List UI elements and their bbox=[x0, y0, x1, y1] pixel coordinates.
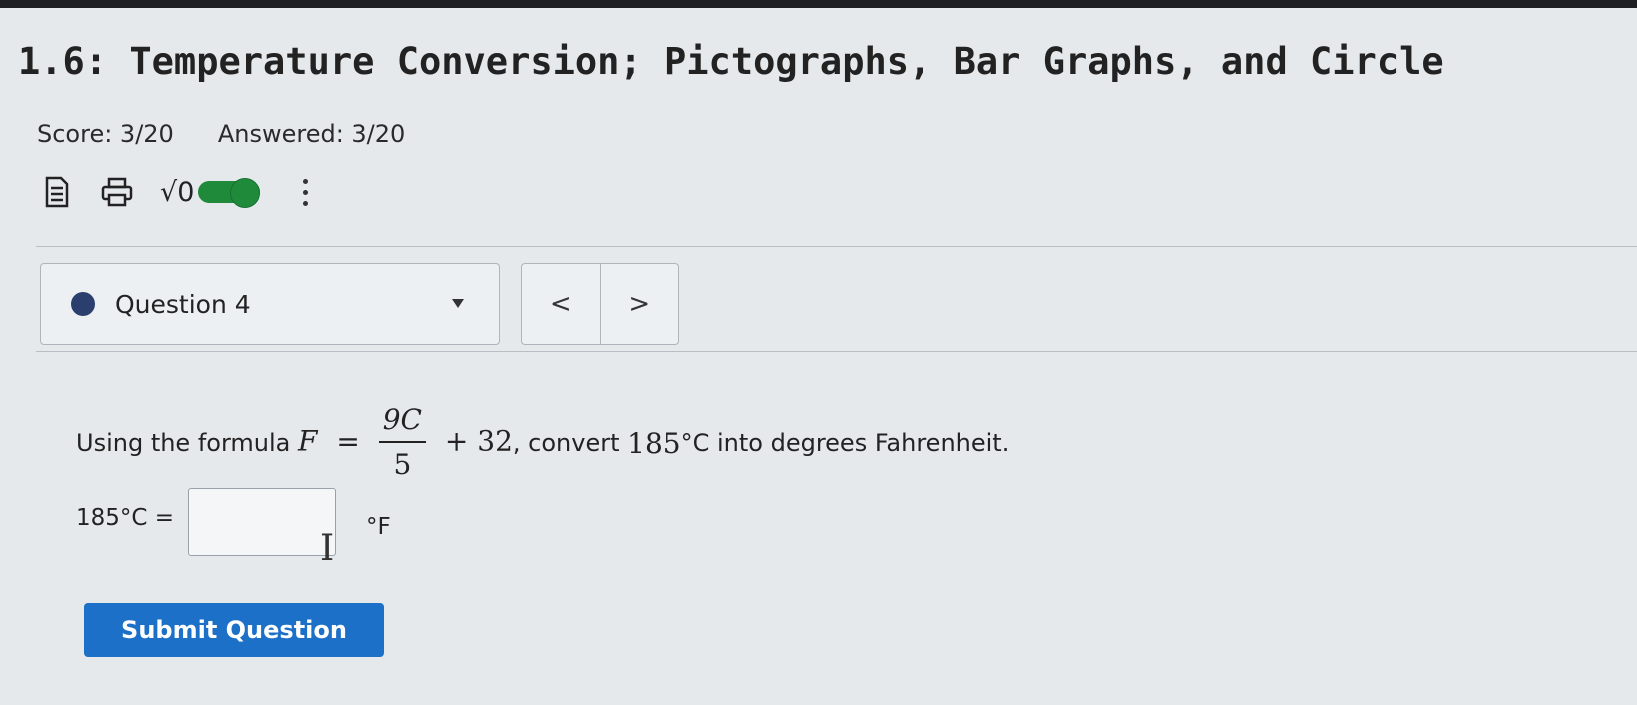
question-mid-text: , convert bbox=[512, 429, 620, 457]
fraction: 9C 5 bbox=[378, 399, 426, 487]
answered-text: Answered: 3/20 bbox=[217, 120, 406, 148]
answer-input[interactable] bbox=[188, 488, 337, 556]
divider-bottom bbox=[36, 351, 1637, 352]
question-intro: Using the formula bbox=[76, 429, 291, 457]
document-icon[interactable] bbox=[40, 173, 74, 211]
question-label: Question 4 bbox=[115, 289, 251, 319]
sqrt-icon: √0 bbox=[160, 176, 195, 208]
celsius-unit: °C bbox=[680, 429, 710, 457]
toggle-knob bbox=[230, 178, 261, 208]
more-options-icon[interactable] bbox=[298, 172, 312, 212]
formula-equals: = bbox=[336, 424, 360, 458]
answer-row: 185°C = °F bbox=[76, 488, 391, 556]
top-bar bbox=[0, 0, 1637, 8]
answer-unit: °F bbox=[366, 514, 391, 540]
chevron-down-icon bbox=[452, 299, 464, 308]
math-input-toggle[interactable]: √0 bbox=[160, 176, 261, 208]
print-icon[interactable] bbox=[100, 173, 134, 211]
assignment-title: 1.6: Temperature Conversion; Pictographs… bbox=[18, 40, 1444, 83]
submit-question-button[interactable]: Submit Question bbox=[84, 603, 384, 657]
next-question-button[interactable]: > bbox=[599, 264, 679, 344]
celsius-value: 185 bbox=[627, 426, 681, 460]
fraction-denominator: 5 bbox=[393, 448, 412, 481]
answer-prefix: 185°C = bbox=[76, 505, 175, 531]
formula-lhs: F bbox=[298, 424, 318, 458]
question-pager: < > bbox=[521, 263, 679, 345]
toggle-switch[interactable] bbox=[198, 178, 261, 208]
formula: F = 9C 5 + 32 bbox=[298, 399, 513, 487]
prev-question-button[interactable]: < bbox=[522, 264, 600, 344]
formula-constant: + 32 bbox=[444, 424, 513, 458]
fraction-numerator: 9C bbox=[378, 399, 426, 443]
status-dot-icon bbox=[71, 292, 95, 316]
question-text: Using the formula F = 9C 5 + 32 , conver… bbox=[76, 395, 1009, 491]
question-tail-text: into degrees Fahrenheit. bbox=[716, 429, 1010, 457]
score-line: Score: 3/20 Answered: 3/20 bbox=[37, 120, 405, 148]
question-select[interactable]: Question 4 bbox=[40, 263, 500, 345]
score-text: Score: 3/20 bbox=[37, 120, 174, 148]
toolbar: √0 bbox=[40, 170, 312, 214]
divider-top bbox=[36, 246, 1637, 247]
